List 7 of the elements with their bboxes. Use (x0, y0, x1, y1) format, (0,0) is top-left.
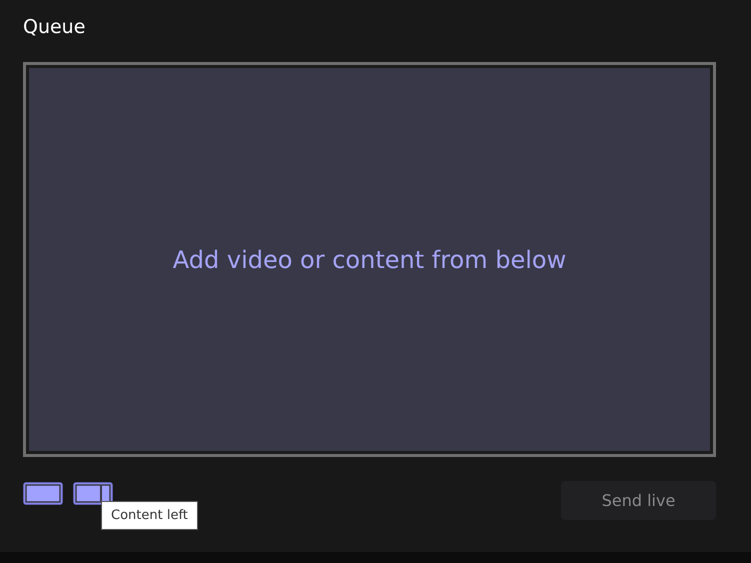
preview-message: Add video or content from below (172, 246, 566, 274)
split-layout-icon (73, 482, 113, 505)
queue-title: Queue (23, 16, 86, 40)
full-layout-icon (23, 482, 63, 505)
layout-button[interactable] (73, 482, 113, 505)
tooltip: Content left (101, 501, 198, 530)
layout-button[interactable] (23, 482, 63, 505)
